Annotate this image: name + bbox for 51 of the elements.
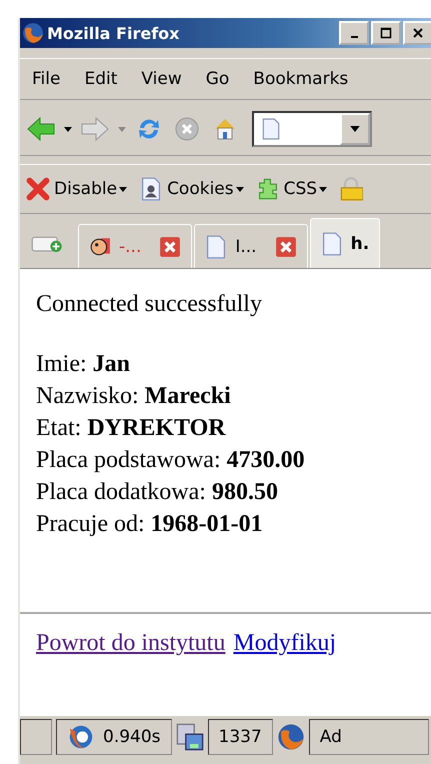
address-field[interactable]	[252, 111, 372, 147]
menu-item[interactable]: File	[20, 69, 72, 89]
caret-icon[interactable]	[64, 126, 72, 132]
caret-icon	[119, 186, 128, 192]
window-title: Mozilla Firefox	[47, 24, 180, 42]
field-line: Placa podstawowa: 4730.00	[36, 446, 306, 475]
page-icon	[320, 232, 343, 256]
toolbar-menu-button[interactable]: CSS	[256, 177, 328, 201]
maximize-icon	[380, 27, 392, 39]
fox-globe-icon	[22, 22, 44, 44]
addon-panel: Ad	[308, 719, 429, 755]
tab-label: -...	[119, 236, 142, 256]
browser-tab[interactable]: I...	[194, 224, 308, 268]
page-icon	[205, 234, 228, 258]
field-line: Etat: DYREKTOR	[36, 414, 227, 443]
toolbar-label: Cookies	[167, 179, 234, 199]
caret-icon	[350, 126, 360, 132]
caret-icon	[236, 186, 244, 192]
close-button[interactable]	[403, 21, 431, 45]
close-tab-icon[interactable]	[159, 236, 182, 258]
field-line: Nazwisko: Marecki	[36, 382, 232, 411]
page-icon	[262, 118, 280, 140]
menu-item[interactable]: View	[129, 69, 194, 89]
menu-item[interactable]: Edit	[72, 69, 130, 89]
link[interactable]: Powrot do instytutu	[36, 630, 226, 657]
status-message: Connected successfully	[36, 291, 263, 318]
field-line: Pracuje od: 1968-01-01	[36, 510, 264, 539]
back-arrow-icon[interactable]	[26, 116, 56, 142]
toolbar-label: Disable	[54, 179, 118, 199]
fox-globe-icon[interactable]	[276, 723, 305, 751]
cross-icon	[26, 177, 50, 201]
link[interactable]: Modyfikuj	[233, 630, 336, 657]
close-tab-icon[interactable]	[274, 236, 297, 258]
maximize-button[interactable]	[371, 21, 401, 45]
toolbar-label: CSS	[284, 179, 318, 199]
toolbar-menu-button[interactable]: Cookies	[139, 177, 244, 201]
field-line: Imie: Jan	[36, 350, 132, 379]
menu-item[interactable]: Bookmarks	[241, 69, 360, 89]
status-panel	[20, 719, 52, 755]
timer-panel: 0.940s	[56, 719, 172, 755]
tab-label: I...	[235, 236, 257, 256]
field-line: Placa dodatkowa: 980.50	[36, 478, 279, 507]
tab-label: h.	[350, 234, 370, 254]
dropdown-button[interactable]	[340, 113, 370, 145]
close-icon	[412, 27, 424, 39]
caret-icon	[319, 186, 328, 192]
menu-item[interactable]: Go	[194, 69, 242, 89]
toolbar-menu-button[interactable]: Disable	[26, 177, 128, 201]
count-panel: 1337	[208, 719, 273, 755]
minimize-icon	[350, 36, 358, 38]
browser-tab[interactable]: h.	[310, 218, 380, 268]
